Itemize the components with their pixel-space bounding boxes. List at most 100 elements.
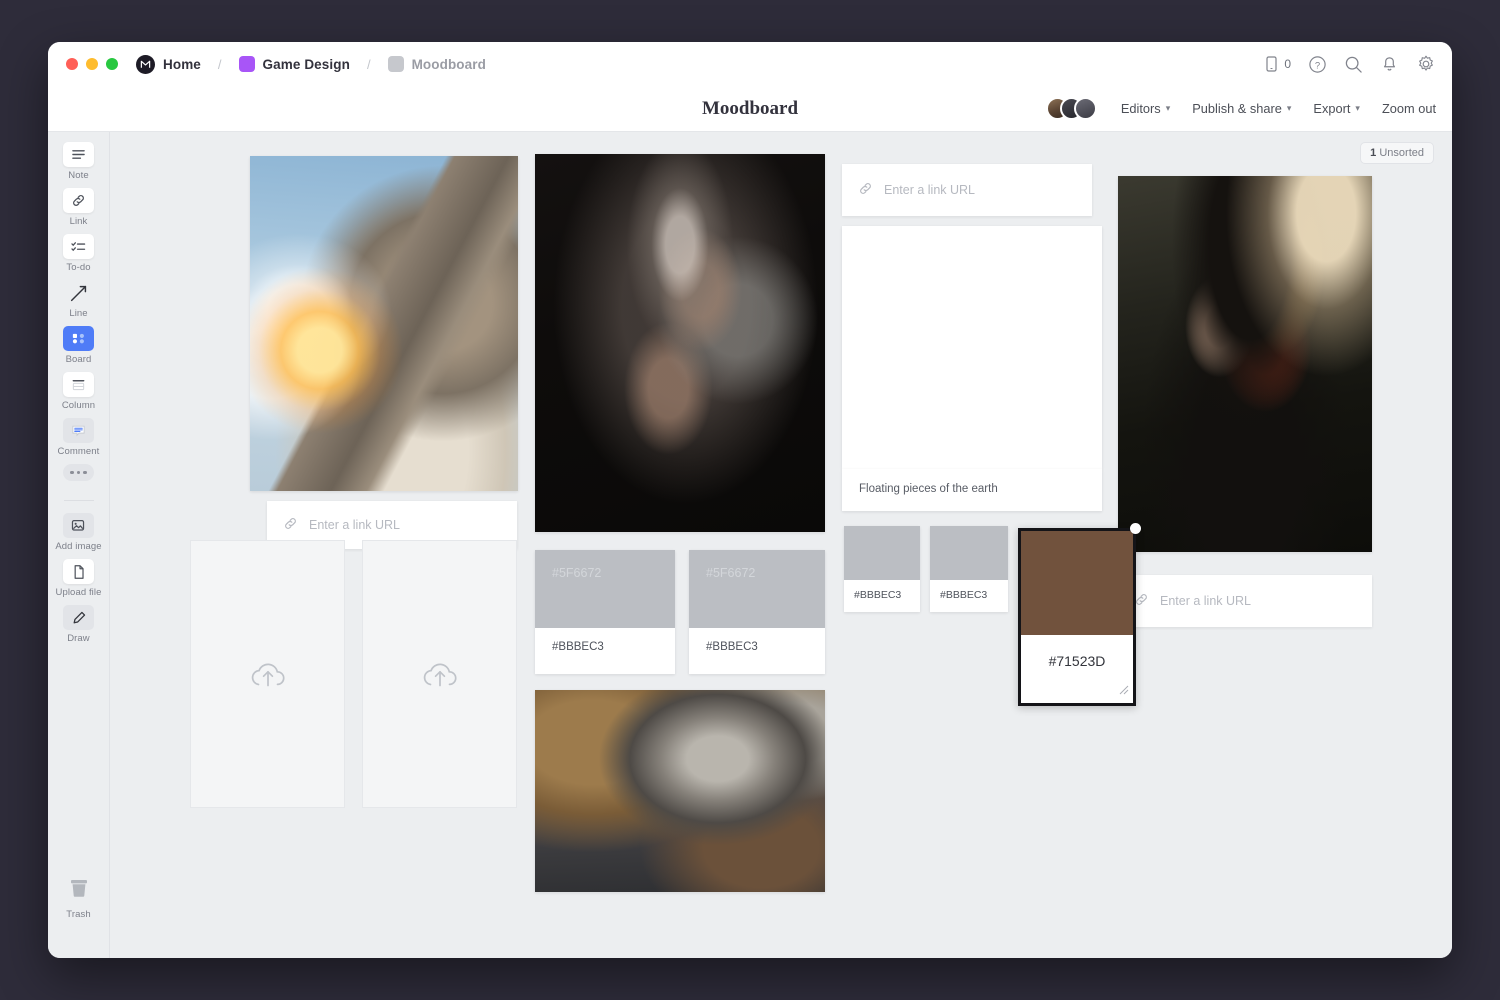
app-window: Home / Game Design / Moodboard 0 ? (48, 42, 1452, 958)
more-horizontal-icon (63, 464, 94, 481)
column-icon (63, 372, 94, 397)
tool-sidebar: Note Link To-do Line (48, 132, 110, 958)
pencil-icon (63, 605, 94, 630)
sidebar-item-upload-file[interactable]: Upload file (56, 559, 102, 598)
trash-icon (67, 876, 91, 906)
mobile-icon[interactable]: 0 (1264, 55, 1291, 73)
rock-caption-card[interactable]: Floating pieces of the earth (842, 469, 1102, 511)
sidebar-divider (64, 500, 94, 501)
board-canvas[interactable]: 1 Unsorted Enter a link URL (110, 132, 1452, 958)
viking-helmet-photo[interactable] (535, 690, 825, 892)
image-icon (63, 513, 94, 538)
link-icon (858, 181, 873, 199)
link-input-queen[interactable]: Enter a link URL (1118, 575, 1372, 627)
sidebar-item-column[interactable]: Column (62, 372, 95, 411)
caption-text: Floating pieces of the earth (842, 469, 1102, 495)
file-icon (63, 559, 94, 584)
upload-placeholder-1[interactable] (190, 540, 345, 808)
zoom-out-button[interactable]: Zoom out (1382, 101, 1436, 116)
search-icon[interactable] (1344, 55, 1363, 74)
sidebar-label-draw: Draw (67, 633, 90, 644)
link-placeholder: Enter a link URL (309, 518, 400, 532)
editors-label: Editors (1121, 101, 1161, 116)
svg-text:?: ? (1315, 60, 1320, 71)
breadcrumb-separator-2: / (367, 57, 371, 72)
sidebar-item-board[interactable]: Board (63, 326, 94, 365)
swatch-fill: #5F6672 (535, 550, 675, 628)
editor-avatars[interactable] (1046, 97, 1097, 120)
help-circle-icon[interactable]: ? (1308, 55, 1327, 74)
sidebar-item-link[interactable]: Link (63, 188, 94, 227)
color-swatch-1[interactable]: #5F6672 #BBBEC3 (535, 550, 675, 674)
link-placeholder: Enter a link URL (1160, 594, 1251, 608)
device-count: 0 (1284, 57, 1291, 71)
app-logo-icon[interactable] (136, 55, 155, 74)
minimize-window-button[interactable] (86, 58, 98, 70)
link-icon (283, 516, 298, 534)
breadcrumb: Home / Game Design / Moodboard (136, 55, 486, 74)
editors-menu[interactable]: Editors ▾ (1121, 101, 1170, 116)
floating-rock-photo[interactable] (842, 226, 1102, 469)
resize-handle-top-right[interactable] (1130, 523, 1141, 534)
color-swatch-2[interactable]: #5F6672 #BBBEC3 (689, 550, 825, 674)
cloud-upload-icon (416, 654, 464, 694)
board-toolbar: Moodboard Editors ▾ Publish & share ▾ Ex… (48, 86, 1452, 132)
sidebar-more-button[interactable] (63, 464, 94, 481)
sidebar-item-add-image[interactable]: Add image (55, 513, 101, 552)
swatch-hex: #BBBEC3 (844, 580, 920, 601)
avatar (1074, 97, 1097, 120)
export-label: Export (1313, 101, 1350, 116)
line-arrow-icon (63, 280, 94, 305)
board-icon (63, 326, 94, 351)
warrior-photo[interactable] (535, 154, 825, 532)
publish-label: Publish & share (1192, 101, 1282, 116)
sidebar-label-note: Note (68, 170, 88, 181)
sidebar-label-todo: To-do (66, 262, 90, 273)
sidebar-label-column: Column (62, 400, 95, 411)
link-placeholder: Enter a link URL (884, 183, 975, 197)
export-menu[interactable]: Export ▾ (1313, 101, 1360, 116)
titlebar-actions: 0 ? (1264, 54, 1436, 74)
swatch-placeholder: #5F6672 (552, 566, 601, 580)
swatch-fill: #5F6672 (689, 550, 825, 628)
sidebar-item-trash[interactable]: Trash (66, 876, 90, 920)
swatch-hex: #BBBEC3 (930, 580, 1008, 601)
sidebar-item-todo[interactable]: To-do (63, 234, 94, 273)
chevron-down-icon: ▾ (1287, 103, 1292, 114)
sidebar-item-comment[interactable]: Comment (58, 418, 100, 457)
dragon-photo[interactable] (250, 156, 518, 491)
title-bar: Home / Game Design / Moodboard 0 ? (48, 42, 1452, 86)
color-swatch-4[interactable]: #BBBEC3 (930, 526, 1008, 612)
comment-icon (63, 418, 94, 443)
sidebar-label-line: Line (69, 308, 87, 319)
bell-icon[interactable] (1380, 55, 1399, 74)
app-body: Note Link To-do Line (48, 132, 1452, 958)
sidebar-label-comment: Comment (58, 446, 100, 457)
swatch-fill (844, 526, 920, 580)
unsorted-badge[interactable]: 1 Unsorted (1360, 142, 1434, 164)
sidebar-label-upload-file: Upload file (56, 587, 102, 598)
color-swatch-3[interactable]: #BBBEC3 (844, 526, 920, 612)
warrior-queen-photo[interactable] (1118, 176, 1372, 552)
window-controls[interactable] (66, 58, 118, 70)
publish-share-menu[interactable]: Publish & share ▾ (1192, 101, 1291, 116)
gear-icon[interactable] (1416, 54, 1436, 74)
color-swatch-selected[interactable]: #71523D (1018, 528, 1136, 706)
sidebar-item-draw[interactable]: Draw (63, 605, 94, 644)
upload-placeholder-2[interactable] (362, 540, 517, 808)
chevron-down-icon: ▾ (1166, 103, 1171, 114)
resize-grip-icon[interactable] (1119, 682, 1129, 700)
swatch-fill (930, 526, 1008, 580)
maximize-window-button[interactable] (106, 58, 118, 70)
close-window-button[interactable] (66, 58, 78, 70)
breadcrumb-board[interactable]: Moodboard (412, 57, 486, 72)
breadcrumb-project[interactable]: Game Design (263, 57, 350, 72)
unsorted-label: Unsorted (1379, 147, 1424, 159)
link-icon (1134, 592, 1149, 610)
link-input-rock[interactable]: Enter a link URL (842, 164, 1092, 216)
sidebar-item-note[interactable]: Note (63, 142, 94, 181)
chevron-down-icon: ▾ (1355, 103, 1360, 114)
breadcrumb-home[interactable]: Home (163, 57, 201, 72)
sidebar-label-trash: Trash (66, 909, 90, 920)
sidebar-item-line[interactable]: Line (63, 280, 94, 319)
